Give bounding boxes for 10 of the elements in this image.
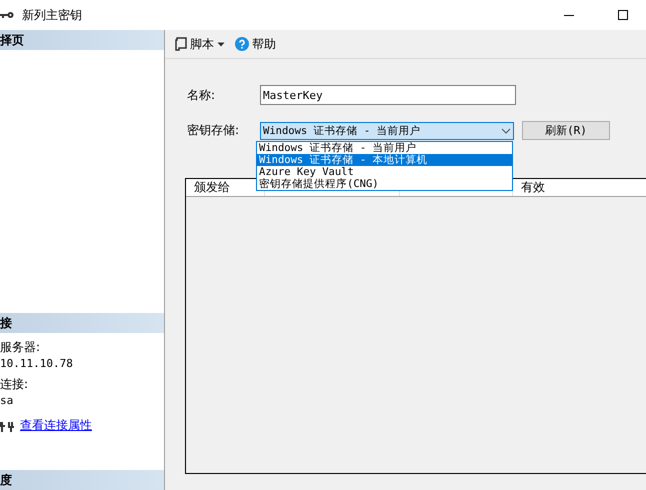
field-value: sa	[0, 394, 14, 408]
section-header: 择页	[0, 30, 164, 50]
name-label: 名称:	[186, 86, 216, 104]
key-store-label: 密钥存储:	[186, 122, 240, 139]
window-title: 新列主密钥	[22, 6, 82, 24]
section-header: 接	[0, 313, 164, 334]
field-label: 服务器:	[0, 339, 42, 356]
field-value: 10.11.10.78	[0, 357, 74, 370]
field-label: 连接:	[0, 376, 30, 394]
section-header: 度	[0, 470, 164, 490]
